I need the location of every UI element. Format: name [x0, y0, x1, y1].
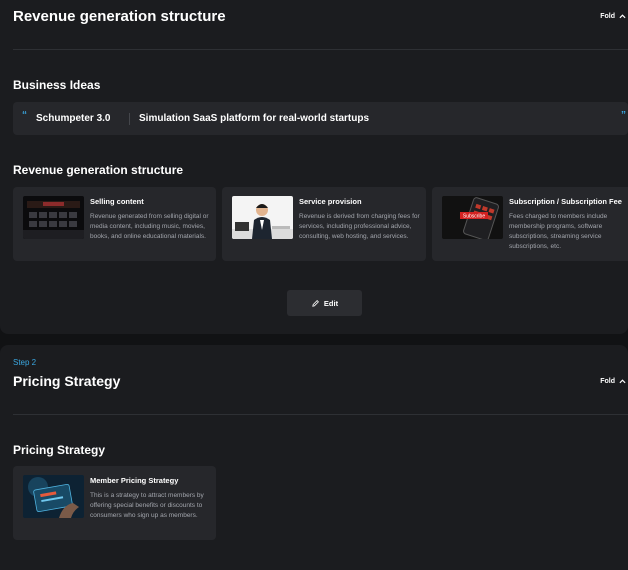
- card-title: Subscription / Subscription Fee: [509, 197, 622, 206]
- business-idea-bar: “ Schumpeter 3.0 Simulation SaaS platfor…: [13, 102, 628, 135]
- fold-label: Fold: [600, 13, 615, 20]
- header-divider: [13, 414, 628, 415]
- card-title: Member Pricing Strategy: [90, 476, 179, 485]
- section-header-title: Pricing Strategy: [13, 373, 121, 389]
- edit-button[interactable]: Edit: [287, 290, 362, 316]
- section-header-title: Revenue generation structure: [13, 8, 226, 25]
- revenue-structure-title: Revenue generation structure: [13, 163, 184, 177]
- chevron-up-icon: [619, 14, 626, 19]
- card-title: Selling content: [90, 197, 144, 206]
- card-description: This is a strategy to attract members by…: [90, 492, 204, 519]
- thumbnail-member-pricing: [23, 475, 84, 518]
- fold-toggle[interactable]: Fold: [600, 13, 628, 20]
- header-divider: [13, 49, 628, 50]
- fold-toggle[interactable]: Fold: [600, 378, 628, 385]
- thumbnail-cinema: [23, 196, 84, 239]
- chevron-up-icon: [619, 379, 626, 384]
- pricing-strategy-panel: Step 2 Pricing Strategy Fold Pricing Str…: [0, 345, 628, 570]
- card-description: Revenue is derived from charging fees fo…: [299, 213, 420, 240]
- pencil-icon: [312, 299, 319, 307]
- pricing-strategy-title: Pricing Strategy: [13, 443, 106, 457]
- thumbnail-businessman: [232, 196, 293, 239]
- card-title: Service provision: [299, 197, 362, 206]
- card-description: Revenue generated from selling digital o…: [90, 213, 209, 240]
- step-label: Step 2: [13, 358, 37, 367]
- fold-label: Fold: [600, 378, 615, 385]
- revenue-card-selling-content[interactable]: Selling content Revenue generated from s…: [13, 187, 216, 261]
- quote-open-icon: “: [22, 110, 27, 121]
- edit-label: Edit: [323, 298, 339, 308]
- idea-separator: [129, 112, 130, 125]
- subscribe-text: Subscribe: [463, 214, 485, 220]
- pricing-card-member[interactable]: Member Pricing Strategy This is a strate…: [13, 466, 216, 540]
- quote-close-icon: ”: [621, 110, 626, 121]
- revenue-structure-panel: Revenue generation structure Fold Busine…: [0, 0, 628, 334]
- revenue-card-subscription[interactable]: Subscribe Subscription / Subscription Fe…: [432, 187, 628, 261]
- idea-name: Schumpeter 3.0: [36, 113, 111, 124]
- idea-description: Simulation SaaS platform for real-world …: [139, 113, 370, 124]
- thumbnail-subscribe: Subscribe: [442, 196, 503, 239]
- card-description: Fees charged to members include membersh…: [509, 213, 608, 250]
- revenue-card-service-provision[interactable]: Service provision Revenue is derived fro…: [222, 187, 426, 261]
- business-ideas-title: Business Ideas: [13, 78, 101, 92]
